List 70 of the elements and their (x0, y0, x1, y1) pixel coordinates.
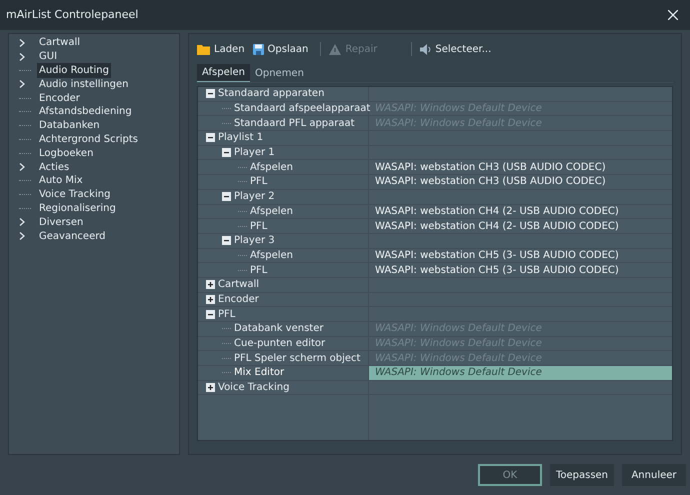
expand-icon[interactable] (206, 294, 215, 304)
toolbar-button[interactable]: Opslaan (252, 42, 308, 56)
device-value[interactable]: WASAPI: webstation CH3 (USB AUDIO CODEC) (375, 174, 606, 190)
tree-node-label[interactable]: Mix Editor (234, 365, 284, 380)
tree-node-label[interactable]: Cartwall (218, 277, 260, 292)
device-value[interactable]: WASAPI: webstation CH4 (2- USB AUDIO CODEC) (375, 204, 619, 219)
tree-node-label[interactable]: Afspelen (250, 248, 293, 263)
sidebar-item[interactable]: Achtergrond Scripts (37, 132, 140, 147)
sidebar-item[interactable]: Encoder (37, 90, 82, 106)
sidebar-item[interactable]: Diversen (37, 214, 86, 230)
chevron-right-icon[interactable] (19, 80, 25, 88)
close-icon[interactable] (668, 10, 678, 20)
sidebar-item[interactable]: GUI (37, 49, 60, 64)
chevron-right-icon[interactable] (19, 232, 25, 240)
tree-node-label[interactable]: Standaard PFL apparaat (234, 116, 355, 131)
tree-node-label[interactable]: PFL (250, 218, 268, 234)
tree-node-label[interactable]: Player 1 (234, 145, 275, 160)
sidebar-item[interactable]: Cartwall (37, 35, 82, 50)
tree-node-label[interactable]: Afspelen (250, 160, 293, 175)
tree-node-label[interactable]: Standaard afspeelapparaat (234, 101, 370, 116)
collapse-icon[interactable] (222, 236, 231, 246)
sidebar-item[interactable]: Acties (37, 160, 72, 175)
sidebar-item[interactable]: Voice Tracking (37, 187, 112, 202)
dialog-button[interactable]: OK (478, 464, 542, 486)
tree-node-label[interactable]: PFL (250, 262, 268, 278)
sidebar-item[interactable]: Geavanceerd (37, 228, 108, 244)
tab[interactable]: Opnemen (250, 64, 309, 82)
toolbar-button[interactable]: Laden (197, 42, 245, 56)
tree-node-label[interactable]: Cue-punten editor (234, 336, 326, 352)
toolbar-button[interactable]: Selecteer... (420, 42, 492, 56)
tree-node-label[interactable]: Standaard apparaten (218, 87, 324, 102)
chevron-right-icon[interactable] (19, 218, 25, 226)
device-value[interactable]: WASAPI: webstation CH3 (USB AUDIO CODEC) (375, 160, 606, 175)
speaker-icon (420, 44, 432, 54)
sidebar-item[interactable]: Regionalisering (37, 200, 118, 216)
sidebar-item[interactable]: Auto Mix (37, 173, 85, 188)
collapse-icon[interactable] (206, 89, 215, 98)
device-value[interactable]: WASAPI: webstation CH4 (2- USB AUDIO CODEC) (375, 218, 619, 234)
tab[interactable]: Afspelen (197, 64, 250, 82)
tree-node-label[interactable]: Playlist 1 (218, 130, 264, 146)
tree-node-label[interactable]: Player 2 (234, 189, 275, 204)
tree-node-label[interactable]: PFL (218, 306, 236, 322)
device-value[interactable]: WASAPI: webstation CH5 (3- USB AUDIO CODEC) (375, 248, 619, 263)
collapse-icon[interactable] (222, 148, 231, 158)
tree-node-label[interactable]: PFL Speler scherm object (234, 350, 360, 366)
collapse-icon[interactable] (206, 133, 215, 142)
tree-node-label[interactable]: Voice Tracking (218, 380, 290, 396)
tree-node-label[interactable]: Encoder (218, 292, 259, 307)
collapse-icon[interactable] (206, 310, 215, 319)
tree-node-label[interactable]: PFL (250, 174, 268, 190)
device-value[interactable]: WASAPI: webstation CH5 (3- USB AUDIO CODEC) (375, 262, 619, 278)
tree-node-label[interactable]: Databank venster (234, 321, 324, 336)
dialog-button[interactable]: Toepassen (550, 464, 614, 486)
expand-icon[interactable] (206, 280, 215, 290)
dialog-button[interactable]: Annuleer (622, 464, 686, 486)
tree-node-label[interactable]: Player 3 (234, 233, 275, 248)
chevron-right-icon[interactable] (19, 38, 25, 47)
chevron-right-icon[interactable] (19, 52, 25, 61)
warning-icon (329, 44, 342, 54)
window-title: mAirList Controlepaneel (6, 6, 138, 23)
chevron-right-icon[interactable] (19, 163, 25, 172)
expand-icon[interactable] (206, 383, 215, 392)
sidebar-item[interactable]: Audio Routing (37, 63, 111, 78)
sidebar-item[interactable]: Databanken (37, 118, 102, 134)
folder-icon (197, 44, 210, 54)
sidebar-item[interactable]: Logboeken (37, 146, 96, 161)
tree-node-label[interactable]: Afspelen (250, 204, 293, 219)
sidebar-item[interactable]: Audio instellingen (37, 76, 131, 92)
sidebar-item[interactable]: Afstandsbediening (37, 104, 134, 120)
collapse-icon[interactable] (222, 192, 231, 202)
